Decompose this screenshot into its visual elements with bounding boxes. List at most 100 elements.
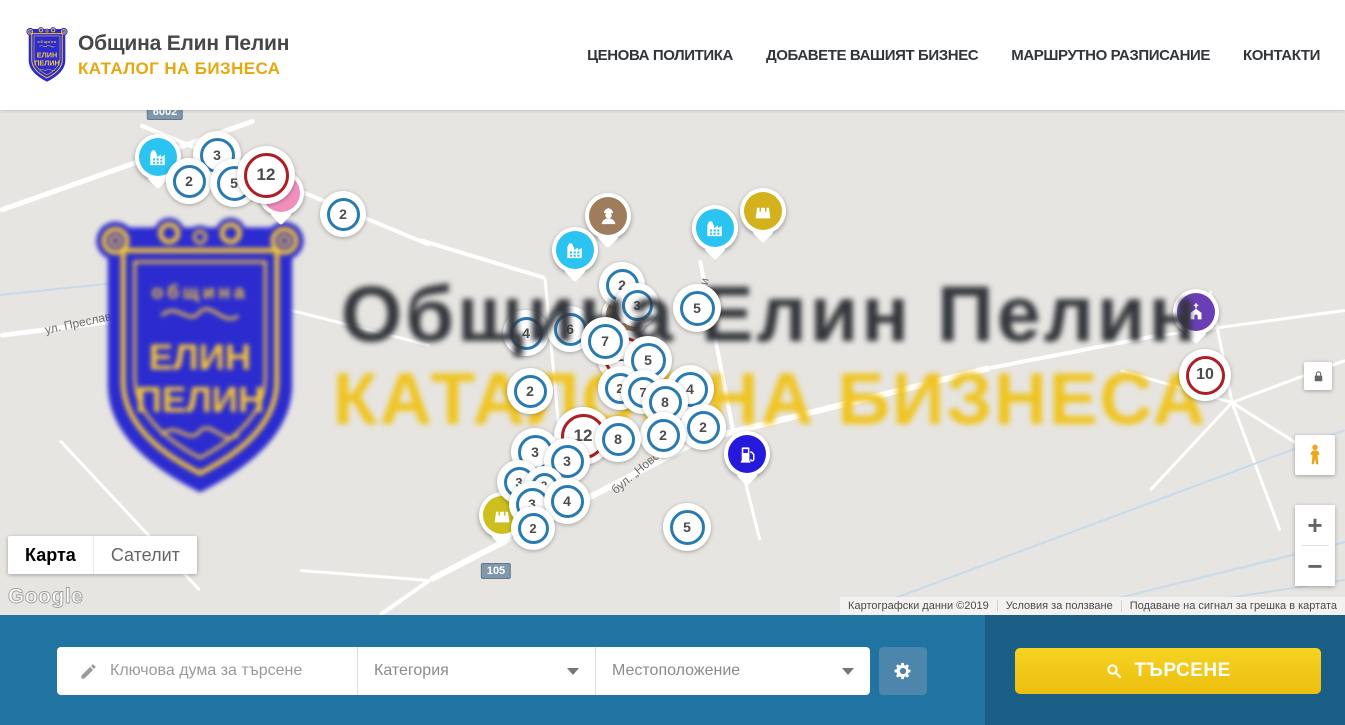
nav-add-business[interactable]: ДОБАВЕТЕ ВАШИЯТ БИЗНЕС (766, 47, 978, 64)
church-icon (1177, 293, 1215, 331)
road-number-badge: 105 (481, 563, 511, 579)
map-type-map-button[interactable]: Карта (8, 536, 93, 574)
municipality-crest-icon (24, 26, 70, 84)
location-select[interactable]: Местоположение (595, 647, 870, 695)
advanced-settings-button[interactable] (879, 647, 927, 695)
cluster-count: 2 (173, 165, 206, 198)
lock-icon (1311, 369, 1326, 384)
factory-icon (696, 209, 734, 247)
header: Община Елин Пелин КАТАЛОГ НА БИЗНЕСА ЦЕН… (0, 0, 1345, 110)
cluster-marker[interactable]: 8 (595, 416, 641, 462)
cluster-count: 4 (510, 317, 543, 350)
factory-pin-marker[interactable] (692, 205, 738, 251)
cluster-marker[interactable]: 5 (663, 503, 711, 551)
category-select-label: Категория (374, 662, 449, 680)
cluster-count: 2 (327, 198, 360, 231)
factory-pin-marker[interactable] (552, 227, 598, 273)
road-line (1231, 401, 1282, 530)
cluster-marker[interactable]: 2 (166, 158, 212, 204)
road-line (260, 301, 431, 347)
pencil-icon (79, 662, 98, 681)
cluster-marker[interactable]: 2 (320, 191, 366, 237)
map-canvas[interactable]: ул. Преславбул. „Новоселциции6002105 Общ… (0, 110, 1345, 615)
zoom-in-button[interactable]: + (1295, 505, 1335, 545)
cluster-marker[interactable]: 2 (507, 368, 553, 414)
cluster-marker[interactable]: 2 (511, 506, 555, 550)
map-type-satellite-button[interactable]: Сателит (93, 536, 197, 574)
main-nav: ЦЕНОВА ПОЛИТИКА ДОБАВЕТЕ ВАШИЯТ БИЗНЕС М… (587, 47, 1320, 64)
map-type-control: Карта Сателит (8, 536, 197, 574)
cluster-marker[interactable]: 2 (680, 404, 726, 450)
cluster-count: 10 (1186, 356, 1225, 395)
caret-down-icon (567, 668, 579, 675)
river-line (0, 267, 255, 296)
attribution-terms-link[interactable]: Условия за ползване (997, 600, 1121, 612)
attribution-copyright: Картографски данни ©2019 (840, 600, 997, 612)
brand[interactable]: Община Елин Пелин КАТАЛОГ НА БИЗНЕСА (24, 26, 289, 84)
worker-pin-marker[interactable] (585, 193, 631, 239)
cluster-marker[interactable]: 3 (615, 283, 659, 327)
cluster-count: 2 (518, 513, 549, 544)
site-title: Община Елин Пелин (78, 32, 289, 56)
category-select[interactable]: Категория (357, 647, 595, 695)
cluster-count: 2 (514, 375, 547, 408)
keyword-input[interactable] (110, 662, 340, 680)
watermark-subtitle: КАТАЛОГ НА БИЗНЕСА (333, 358, 1207, 441)
street-view-pegman-button[interactable] (1295, 435, 1335, 475)
church-pin-marker[interactable] (1173, 289, 1219, 335)
search-fields: Категория Местоположение (57, 647, 870, 695)
nav-route-schedule[interactable]: МАРШРУТНО РАЗПИСАНИЕ (1011, 47, 1210, 64)
zoom-out-button[interactable]: − (1295, 546, 1335, 586)
search-icon (1105, 662, 1123, 680)
lock-button[interactable] (1304, 362, 1332, 390)
nav-contacts[interactable]: КОНТАКТИ (1243, 47, 1320, 64)
search-submit-panel: ТЪРСЕНЕ (985, 615, 1345, 725)
cluster-marker[interactable]: 5 (673, 284, 721, 332)
bag-pin-marker[interactable] (740, 188, 786, 234)
pegman-icon (1303, 443, 1327, 467)
fuel-icon (728, 435, 766, 473)
keyword-field (57, 647, 357, 695)
cluster-count: 3 (622, 290, 653, 321)
cluster-count: 8 (602, 423, 635, 456)
search-bar: Категория Местоположение ТЪРСЕНЕ (0, 615, 1345, 725)
page: община ЕЛИН ПЕЛИН Община Елин Пелин КАТА… (0, 0, 1345, 725)
google-logo[interactable]: Google (8, 585, 83, 609)
road-line (0, 300, 260, 338)
caret-down-icon (842, 668, 854, 675)
nav-pricing-policy[interactable]: ЦЕНОВА ПОЛИТИКА (587, 47, 733, 64)
street-label: ул. Преслав (44, 309, 113, 337)
attribution-report-link[interactable]: Подаване на сигнал за грешка в картата (1121, 600, 1345, 612)
road-line (379, 578, 431, 615)
cluster-marker[interactable]: 2 (640, 412, 686, 458)
location-select-label: Местоположение (612, 662, 740, 680)
watermark-crest (84, 212, 316, 504)
gear-icon (893, 661, 913, 681)
road-line (300, 569, 430, 582)
cluster-count: 5 (680, 291, 715, 326)
cluster-count: 7 (588, 324, 623, 359)
fuel-pin-marker[interactable] (724, 431, 770, 477)
worker-icon (589, 197, 627, 235)
cluster-marker[interactable]: 7 (581, 317, 629, 365)
road-line (990, 333, 1161, 370)
road-line (419, 238, 545, 280)
watermark-title: Община Елин Пелин (341, 268, 1199, 360)
river-line (850, 429, 1345, 615)
road-number-badge: 6002 (147, 110, 183, 120)
cluster-count: 12 (244, 153, 289, 198)
cluster-marker[interactable]: 4 (503, 310, 549, 356)
cluster-count: 2 (647, 419, 680, 452)
search-button[interactable]: ТЪРСЕНЕ (1015, 648, 1321, 694)
map-attribution: Картографски данни ©2019 Условия за полз… (840, 597, 1345, 615)
cluster-count: 4 (551, 485, 584, 518)
factory-icon (556, 231, 594, 269)
cluster-marker[interactable]: 12 (237, 146, 295, 204)
cluster-count: 2 (687, 411, 720, 444)
cluster-marker[interactable]: 10 (1179, 349, 1231, 401)
site-subtitle: КАТАЛОГ НА БИЗНЕСА (78, 59, 289, 79)
road-line (544, 278, 562, 440)
cluster-count: 5 (670, 510, 705, 545)
bag-icon (744, 192, 782, 230)
search-button-label: ТЪРСЕНЕ (1134, 660, 1231, 682)
